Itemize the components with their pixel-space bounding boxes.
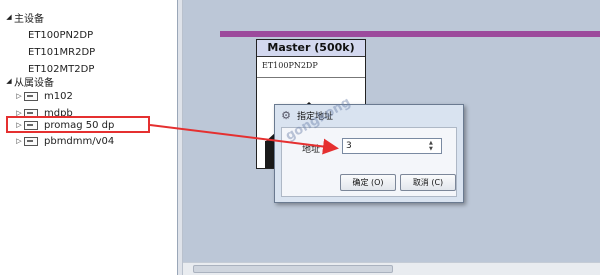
annotation-arrow [149, 124, 339, 155]
annotation-arrow-line [149, 124, 339, 155]
